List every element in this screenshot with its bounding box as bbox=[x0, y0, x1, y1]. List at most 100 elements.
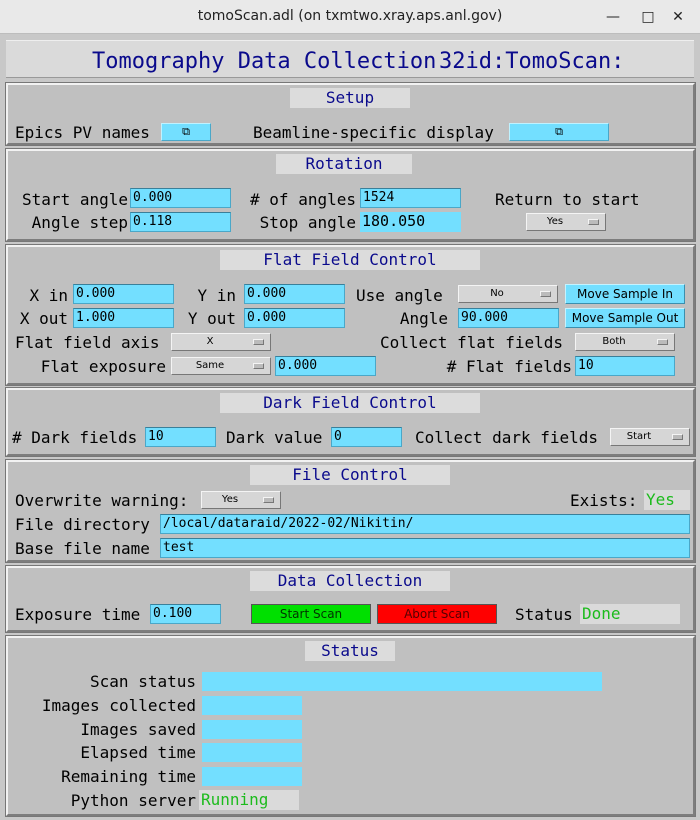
move-sample-in-button[interactable]: Move Sample In bbox=[565, 284, 685, 304]
page-header: Tomography Data Collection 32id:TomoScan… bbox=[0, 34, 700, 78]
exposure-time-input[interactable]: 0.100 bbox=[150, 604, 221, 624]
elapsed-time-label: Elapsed time bbox=[80, 743, 196, 762]
num-flat-fields-input[interactable]: 10 bbox=[575, 356, 675, 376]
rotation-panel: Rotation Start angle 0.000 # of angles 1… bbox=[5, 148, 696, 242]
start-angle-input[interactable]: 0.000 bbox=[130, 188, 231, 208]
setup-panel: Setup Epics PV names ⧉ Beamline-specific… bbox=[5, 82, 696, 146]
y-out-label: Y out bbox=[187, 309, 236, 328]
flat-field-panel: Flat Field Control X in 0.000 Y in 0.000… bbox=[5, 244, 696, 386]
use-angle-menu[interactable]: No bbox=[458, 285, 558, 303]
exists-readback: Yes bbox=[644, 490, 690, 510]
status-title: Status bbox=[305, 641, 395, 661]
flat-field-axis-menu[interactable]: X bbox=[171, 333, 271, 351]
collect-flat-fields-menu[interactable]: Both bbox=[575, 333, 675, 351]
page-title: Tomography Data Collection bbox=[92, 49, 437, 74]
exists-label: Exists: bbox=[570, 491, 638, 510]
stop-angle-readback: 180.050 bbox=[360, 212, 461, 232]
overwrite-warning-menu[interactable]: Yes bbox=[201, 491, 281, 509]
collect-dark-fields-label: Collect dark fields bbox=[415, 428, 599, 447]
x-in-label: X in bbox=[29, 286, 68, 305]
epics-pv-names-label: Epics PV names bbox=[15, 123, 150, 142]
return-to-start-label: Return to start bbox=[495, 190, 640, 209]
window-titlebar: tomoScan.adl (on txmtwo.xray.aps.anl.gov… bbox=[0, 0, 700, 34]
use-angle-value: No bbox=[490, 288, 504, 299]
x-out-label: X out bbox=[19, 309, 68, 328]
num-dark-fields-label: # Dark fields bbox=[12, 428, 138, 447]
related-display-icon: ⧉ bbox=[555, 125, 563, 138]
y-out-input[interactable]: 0.000 bbox=[244, 308, 345, 328]
num-angles-label: # of angles bbox=[250, 190, 356, 209]
setup-title: Setup bbox=[290, 88, 410, 108]
flat-angle-label: Angle bbox=[399, 309, 448, 328]
beamline-display-button[interactable]: ⧉ bbox=[509, 123, 609, 141]
images-saved-label: Images saved bbox=[80, 720, 196, 739]
overwrite-warning-value: Yes bbox=[221, 494, 239, 505]
num-dark-fields-input[interactable]: 10 bbox=[145, 427, 216, 447]
abort-scan-button[interactable]: Abort Scan bbox=[377, 604, 497, 624]
file-directory-input[interactable]: /local/dataraid/2022-02/Nikitin/ bbox=[160, 514, 690, 534]
flat-exposure-mode-value: Same bbox=[195, 360, 225, 371]
images-collected-label: Images collected bbox=[41, 696, 196, 715]
chevron-down-icon bbox=[672, 434, 683, 440]
base-file-name-input[interactable]: test bbox=[160, 538, 690, 558]
epics-pv-names-button[interactable]: ⧉ bbox=[161, 123, 211, 141]
chevron-down-icon bbox=[253, 339, 264, 345]
flat-angle-input[interactable]: 90.000 bbox=[458, 308, 559, 328]
x-in-input[interactable]: 0.000 bbox=[73, 284, 174, 304]
file-control-panel: File Control Overwrite warning: Yes Exis… bbox=[5, 459, 696, 563]
beamline-display-label: Beamline-specific display bbox=[253, 123, 494, 142]
y-in-input[interactable]: 0.000 bbox=[244, 284, 345, 304]
chevron-down-icon bbox=[540, 291, 551, 297]
dark-field-title: Dark Field Control bbox=[220, 393, 480, 413]
status-label: Status bbox=[515, 605, 573, 624]
python-server-status: Running bbox=[199, 790, 299, 810]
flat-exposure-input[interactable]: 0.000 bbox=[275, 356, 376, 376]
python-server-label: Python server bbox=[70, 791, 196, 810]
x-out-input[interactable]: 1.000 bbox=[73, 308, 174, 328]
overwrite-warning-label: Overwrite warning: bbox=[15, 491, 189, 510]
dark-field-panel: Dark Field Control # Dark fields 10 Dark… bbox=[5, 387, 696, 457]
scan-status-value bbox=[202, 672, 602, 691]
chevron-down-icon bbox=[588, 219, 599, 225]
move-sample-out-button[interactable]: Move Sample Out bbox=[565, 308, 685, 328]
elapsed-time-value bbox=[202, 743, 302, 762]
collect-flat-fields-label: Collect flat fields bbox=[380, 333, 564, 352]
scan-status-readback: Done bbox=[580, 604, 680, 624]
related-display-icon: ⧉ bbox=[182, 125, 190, 138]
remaining-time-value bbox=[202, 767, 302, 786]
file-directory-label: File directory bbox=[15, 515, 150, 534]
collect-dark-fields-menu[interactable]: Start bbox=[610, 428, 690, 446]
num-angles-input[interactable]: 1524 bbox=[360, 188, 461, 208]
data-collection-panel: Data Collection Exposure time 0.100 Star… bbox=[5, 565, 696, 633]
base-file-name-label: Base file name bbox=[15, 539, 150, 558]
collect-flat-fields-value: Both bbox=[602, 336, 626, 347]
flat-exposure-label: Flat exposure bbox=[40, 357, 166, 376]
stop-angle-label: Stop angle bbox=[259, 213, 356, 232]
collect-dark-fields-value: Start bbox=[626, 431, 652, 442]
images-collected-value bbox=[202, 696, 302, 715]
status-panel: Status Scan status Images collected Imag… bbox=[5, 635, 696, 817]
chevron-down-icon bbox=[263, 497, 274, 503]
dark-value-input[interactable]: 0 bbox=[331, 427, 402, 447]
rotation-title: Rotation bbox=[276, 154, 412, 174]
return-to-start-value: Yes bbox=[546, 216, 564, 227]
use-angle-label: Use angle bbox=[356, 286, 443, 305]
exposure-time-label: Exposure time bbox=[15, 605, 141, 624]
flat-exposure-mode-menu[interactable]: Same bbox=[171, 357, 271, 375]
window-title: tomoScan.adl (on txmtwo.xray.aps.anl.gov… bbox=[197, 8, 503, 24]
flat-field-axis-value: X bbox=[206, 336, 214, 347]
pv-prefix: 32id:TomoScan: bbox=[439, 49, 625, 74]
angle-step-input[interactable]: 0.118 bbox=[130, 212, 231, 232]
close-icon[interactable]: ✕ bbox=[667, 6, 689, 28]
images-saved-value bbox=[202, 720, 302, 739]
start-scan-button[interactable]: Start Scan bbox=[251, 604, 371, 624]
return-to-start-menu[interactable]: Yes bbox=[526, 213, 606, 231]
flat-field-axis-label: Flat field axis bbox=[15, 333, 160, 352]
file-control-title: File Control bbox=[250, 465, 450, 485]
dark-value-label: Dark value bbox=[226, 428, 323, 447]
chevron-down-icon bbox=[657, 339, 668, 345]
num-flat-fields-label: # Flat fields bbox=[446, 357, 572, 376]
scan-status-label: Scan status bbox=[90, 672, 196, 691]
maximize-icon[interactable]: □ bbox=[637, 6, 659, 28]
minimize-icon[interactable]: — bbox=[602, 6, 624, 28]
